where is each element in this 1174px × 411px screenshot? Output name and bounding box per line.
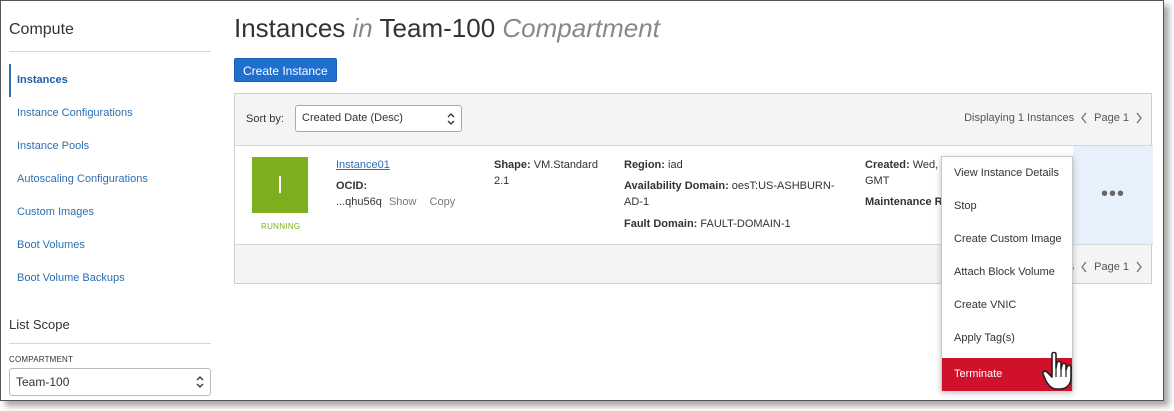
fd-value: FAULT-DOMAIN-1 — [700, 218, 791, 230]
pager-page: Page 1 — [1094, 112, 1129, 124]
updown-chevron-icon — [196, 376, 204, 388]
title-resource: Instances — [234, 13, 346, 43]
console-window: Compute Instances Instance Configuration… — [0, 0, 1164, 401]
ocid-label: OCID: — [336, 180, 368, 192]
list-scope-title: List Scope — [9, 317, 70, 332]
ocid-cell: OCID: ...qhu56q Show Copy — [336, 178, 455, 210]
region-label: Region: — [624, 159, 665, 171]
shape-cell: Shape: VM.Standard 2.1 — [494, 157, 598, 189]
sidebar-item-instance-pools[interactable]: Instance Pools — [9, 130, 211, 163]
compartment-label: COMPARTMENT — [9, 355, 74, 364]
region-cell: Region: iad — [624, 157, 683, 173]
chevron-left-icon[interactable] — [1080, 112, 1088, 124]
sidebar-item-instance-configurations[interactable]: Instance Configurations — [9, 97, 211, 130]
sidebar: Compute Instances Instance Configuration… — [1, 1, 213, 400]
divider — [9, 343, 211, 344]
title-compartment-word: Compartment — [502, 13, 660, 43]
maintenance-cell: Maintenance R — [865, 194, 943, 210]
divider — [9, 51, 211, 52]
sidebar-item-autoscaling-configurations[interactable]: Autoscaling Configurations — [9, 163, 211, 196]
create-instance-button[interactable]: Create Instance — [234, 58, 337, 82]
created-cell: Created: Wed, 0 GMT — [865, 157, 947, 189]
compartment-select-value: Team-100 — [16, 375, 70, 389]
ocid-show-link[interactable]: Show — [389, 196, 417, 208]
sort-label: Sort by: — [246, 113, 284, 125]
ad-label: Availability Domain: — [624, 180, 729, 192]
menu-item-stop[interactable]: Stop — [942, 190, 1072, 223]
sidebar-item-instances[interactable]: Instances — [9, 64, 211, 97]
sort-select[interactable]: Created Date (Desc) — [295, 105, 462, 132]
ad-value: oesT:US-ASHBURN- — [731, 180, 835, 192]
maintenance-label: Maintenance R — [865, 196, 943, 208]
fault-domain-cell: Fault Domain: FAULT-DOMAIN-1 — [624, 216, 791, 232]
instance-glyph — [279, 176, 281, 193]
shape-value: VM.Standard — [533, 159, 598, 171]
title-in: in — [352, 13, 373, 43]
bottom-pager: s Page 1 — [1069, 261, 1143, 273]
sidebar-title: Compute — [9, 21, 74, 38]
chevron-right-icon[interactable] — [1135, 261, 1143, 273]
bottom-pager-page: Page 1 — [1094, 261, 1129, 273]
instance-name-cell: Instance01 — [336, 157, 390, 173]
title-compartment-name: Team-100 — [379, 13, 496, 43]
ad-value-line2: AD-1 — [624, 196, 650, 208]
ocid-value: ...qhu56q — [336, 196, 382, 208]
chevron-left-icon[interactable] — [1080, 261, 1088, 273]
menu-item-attach-block-volume[interactable]: Attach Block Volume — [942, 256, 1072, 289]
menu-item-view-instance-details[interactable]: View Instance Details — [942, 157, 1072, 190]
sidebar-item-boot-volumes[interactable]: Boot Volumes — [9, 229, 211, 262]
sidebar-item-custom-images[interactable]: Custom Images — [9, 196, 211, 229]
instance-icon — [252, 157, 308, 213]
shape-label: Shape: — [494, 159, 531, 171]
fd-label: Fault Domain: — [624, 218, 698, 230]
hand-cursor-icon — [1042, 351, 1072, 390]
sidebar-nav: Instances Instance Configurations Instan… — [9, 64, 211, 295]
compartment-select[interactable]: Team-100 — [9, 368, 211, 396]
shape-value-line2: 2.1 — [494, 175, 510, 187]
updown-chevron-icon — [447, 113, 455, 125]
top-pager: Displaying 1 Instances Page 1 — [964, 112, 1143, 124]
menu-item-create-custom-image[interactable]: Create Custom Image — [942, 223, 1072, 256]
row-actions-area: ••• — [1073, 146, 1153, 244]
availability-domain-cell: Availability Domain: oesT:US-ASHBURN- AD… — [624, 178, 834, 210]
page-title: Instances in Team-100 Compartment — [234, 13, 660, 44]
sidebar-item-boot-volume-backups[interactable]: Boot Volume Backups — [9, 262, 211, 295]
instance-name-link[interactable]: Instance01 — [336, 159, 390, 171]
status-badge: RUNNING — [261, 222, 301, 231]
ocid-copy-link[interactable]: Copy — [430, 196, 456, 208]
menu-item-create-vnic[interactable]: Create VNIC — [942, 289, 1072, 322]
pager-count: Displaying 1 Instances — [964, 112, 1075, 124]
created-value-line2: GMT — [865, 175, 890, 187]
list-toolbar: Sort by: Created Date (Desc) Displaying … — [235, 94, 1151, 145]
region-value: iad — [668, 159, 683, 171]
more-actions-icon[interactable]: ••• — [1101, 184, 1125, 204]
sort-select-value: Created Date (Desc) — [302, 112, 403, 124]
chevron-right-icon[interactable] — [1135, 112, 1143, 124]
created-label: Created: — [865, 159, 910, 171]
